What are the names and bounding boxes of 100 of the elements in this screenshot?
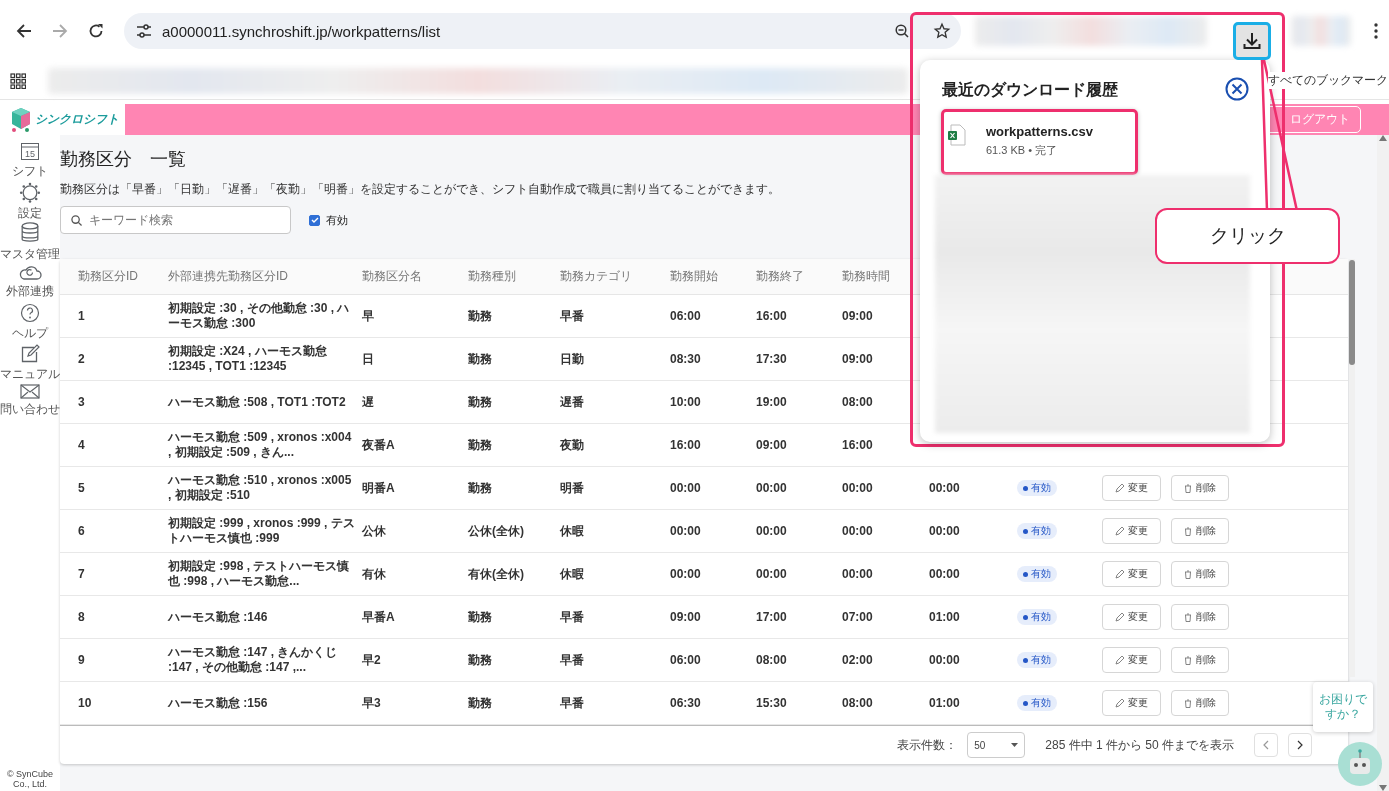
table-cell-text: 休暇: [560, 565, 585, 583]
forward-arrow-icon: [51, 23, 68, 39]
page-scrollbar[interactable]: [1377, 135, 1389, 791]
table-cell-text: 明番: [560, 479, 585, 497]
column-header: 勤務開始: [670, 268, 719, 285]
table-cell-text: 9: [78, 653, 86, 667]
page-title: 勤務区分 一覧: [60, 148, 186, 171]
edit-button[interactable]: 変更: [1102, 690, 1161, 716]
sidebar-item[interactable]: 15 シフト: [12, 141, 48, 182]
robot-icon[interactable]: [1338, 742, 1382, 786]
back-arrow-icon: [16, 23, 32, 39]
delete-button[interactable]: 削除: [1171, 604, 1229, 630]
table-cell-text: 09:00: [756, 438, 788, 452]
table-cell-text: 00:00: [929, 653, 961, 667]
pencil-icon: [1115, 655, 1124, 665]
delete-button[interactable]: 削除: [1171, 647, 1229, 673]
database-icon: [20, 222, 40, 244]
sidebar-item[interactable]: マスタ管理: [0, 222, 60, 263]
menu-icon[interactable]: [1373, 22, 1379, 40]
table-cell-text: 08:00: [842, 395, 874, 409]
spreadsheet-file-icon: [948, 124, 966, 146]
dropdown-caret-icon: [1011, 743, 1019, 747]
pencil-icon: [1115, 569, 1124, 579]
chevron-right-icon: [1297, 740, 1303, 750]
address-bar[interactable]: a0000011.synchroshift.jp/workpatterns/list: [123, 13, 962, 49]
pagination-summary: 285 件中 1 件から 50 件までを表示: [1045, 736, 1234, 754]
table-cell-text: ハーモス勤怠 :509 , xronos :x004 , 初期設定 :509 , きん...: [168, 430, 353, 460]
sidebar-item[interactable]: 設定: [18, 181, 42, 222]
sidebar-item[interactable]: 問い合わせ: [0, 384, 60, 425]
table-cell-text: 勤務: [468, 436, 493, 454]
delete-button[interactable]: 削除: [1171, 690, 1229, 716]
edit-button[interactable]: 変更: [1102, 604, 1161, 630]
table-cell-text: 3: [78, 395, 86, 409]
chevron-left-icon: [1263, 740, 1269, 750]
table-cell-text: 16:00: [756, 309, 788, 323]
table-cell-text: ハーモス勤怠 :510 , xronos :x005 , 初期設定 :510: [168, 473, 353, 503]
apps-grid-icon[interactable]: [10, 72, 26, 89]
delete-button[interactable]: 削除: [1171, 518, 1229, 544]
table-cell-text: 日: [362, 350, 375, 368]
calendar-icon: 15: [20, 141, 40, 161]
page-size-select[interactable]: 50: [967, 732, 1026, 758]
table-cell-text: 早番: [560, 608, 585, 626]
all-bookmarks-link[interactable]: すべてのブックマーク: [1268, 72, 1388, 89]
search-field[interactable]: キーワード検索: [60, 206, 291, 234]
table-cell-text: 16:00: [670, 438, 702, 452]
table-cell-text: 休暇: [560, 522, 585, 540]
scroll-down-icon[interactable]: [1379, 785, 1387, 791]
popup-title: 最近のダウンロード履歴: [942, 80, 1118, 100]
edit-button[interactable]: 変更: [1102, 518, 1161, 544]
table-cell-text: 日勤: [560, 350, 585, 368]
table-cell-text: 勤務: [468, 307, 493, 325]
table-cell-text: 6: [78, 524, 86, 538]
table-cell-text: 00:00: [670, 481, 702, 495]
table-cell-text: 00:00: [670, 567, 702, 581]
logo-text: シンクロシフト: [35, 111, 119, 128]
gear-icon: [19, 181, 41, 203]
copyright-text: © SynCube Co., Ltd.: [6, 769, 54, 789]
table-cell-text: 勤務: [468, 350, 493, 368]
help-icon: [20, 303, 40, 323]
table-cell-text: 1: [78, 309, 86, 323]
table-cell-text: 06:00: [670, 309, 702, 323]
close-icon[interactable]: [1225, 77, 1249, 101]
trash-icon: [1184, 655, 1192, 665]
table-cell-text: 勤務: [468, 694, 493, 712]
table-cell-text: 5: [78, 481, 86, 495]
table-cell-text: 有休(全休): [468, 565, 525, 583]
zoom-out-icon[interactable]: [895, 24, 910, 38]
table-cell-text: 10: [78, 696, 93, 710]
table-cell-text: 早3: [362, 694, 382, 712]
checkbox-label: 有効: [326, 212, 348, 228]
sidebar-item[interactable]: 外部連携: [6, 262, 54, 303]
column-header: 勤務区分ID: [78, 268, 139, 285]
table-cell-text: 初期設定 :X24 , ハーモス勤怠 :12345 , TOT1 :12345: [168, 344, 328, 374]
table-cell-text: 01:00: [929, 610, 961, 624]
tune-icon: [135, 24, 152, 38]
sidebar-item[interactable]: ヘルプ: [12, 303, 48, 344]
table-cell-text: 早2: [362, 651, 382, 669]
star-icon[interactable]: [933, 22, 952, 40]
active-checkbox[interactable]: [309, 214, 320, 226]
table-cell-text: 00:00: [756, 481, 788, 495]
sidebar-item[interactable]: マニュアル: [0, 343, 60, 384]
table-cell-text: 09:00: [842, 309, 874, 323]
column-header: 勤務時間: [842, 268, 891, 285]
edit-button[interactable]: 変更: [1102, 561, 1161, 587]
table-scrollbar[interactable]: [1349, 259, 1355, 677]
table-cell-text: 00:00: [670, 524, 702, 538]
download-button[interactable]: [1233, 22, 1271, 60]
page-description: 勤務区分は「早番」「日勤」「遅番」「夜勤」「明番」を設定することができ、シフト自動作成で職員に割り当てることができます。: [60, 181, 780, 198]
status-badge: 有効: [1017, 609, 1057, 625]
edit-button[interactable]: 変更: [1102, 475, 1161, 501]
edit-icon: [20, 343, 40, 364]
table-cell-text: 早: [362, 307, 375, 325]
edit-button[interactable]: 変更: [1102, 647, 1161, 673]
delete-button[interactable]: 削除: [1171, 475, 1229, 501]
table-cell-text: 00:00: [929, 481, 961, 495]
table-cell-text: ハーモス勤怠 :156: [168, 695, 269, 711]
table-cell-text: 初期設定 :30 , その他勤怠 :30 , ハーモス勤怠 :300: [168, 301, 351, 331]
delete-button[interactable]: 削除: [1171, 561, 1229, 587]
file-name: workpatterns.csv: [986, 124, 1093, 139]
download-item[interactable]: workpatterns.csv 61.3 KB • 完了: [941, 109, 1138, 175]
